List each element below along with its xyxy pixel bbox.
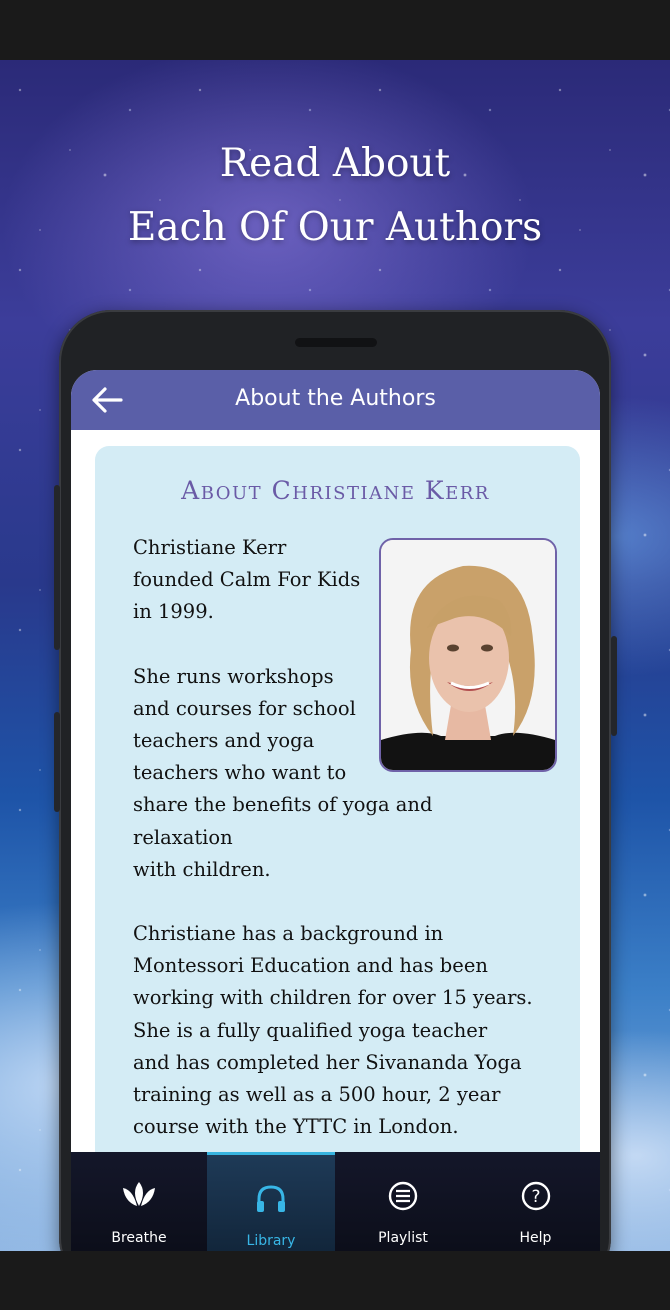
top-bezel bbox=[0, 0, 670, 60]
bio-line: working with children for over 15 years. bbox=[133, 986, 533, 1010]
bio-line: teachers and yoga bbox=[133, 729, 315, 753]
promo-line-1: Read About bbox=[219, 141, 451, 186]
bio-line: share the benefits of yoga and relaxatio… bbox=[133, 793, 433, 849]
author-bio: Christiane Kerr founded Calm For Kids in… bbox=[133, 532, 533, 1143]
bio-line: training as well as a 500 hour, 2 year bbox=[133, 1083, 501, 1107]
bottom-tab-bar: Breathe Library Playlist ? Help bbox=[71, 1152, 600, 1251]
bio-line: with children. bbox=[133, 857, 271, 881]
svg-text:?: ? bbox=[531, 1187, 540, 1207]
promo-line-2: Each Of Our Authors bbox=[127, 205, 543, 250]
tab-playlist-label: Playlist bbox=[378, 1230, 428, 1246]
bio-line: Christiane Kerr bbox=[133, 536, 287, 559]
tab-help-label: Help bbox=[519, 1230, 552, 1246]
tab-playlist[interactable]: Playlist bbox=[335, 1152, 471, 1251]
bio-line: teachers who want to bbox=[133, 761, 347, 785]
page-title: About the Authors bbox=[235, 386, 436, 411]
bio-line: She is a fully qualified yoga teacher bbox=[133, 1018, 488, 1042]
tab-breathe-label: Breathe bbox=[111, 1230, 167, 1246]
list-icon bbox=[383, 1176, 423, 1216]
bio-line: in 1999. bbox=[133, 600, 214, 624]
bio-line: course with the YTTC in London. bbox=[133, 1115, 459, 1139]
bio-line: Montessori Education and has been bbox=[133, 954, 488, 978]
app-header: About the Authors bbox=[71, 370, 600, 430]
bio-line: She runs workshops bbox=[133, 664, 334, 688]
bio-line: founded Calm For Kids bbox=[133, 568, 361, 592]
tab-help[interactable]: ? Help bbox=[471, 1152, 600, 1251]
app-screen: About the Authors About Christiane Kerr … bbox=[71, 370, 600, 1251]
tab-library-label: Library bbox=[246, 1233, 296, 1249]
bio-line: and courses for school bbox=[133, 696, 356, 720]
bio-line: and has completed her Sivananda Yoga bbox=[133, 1050, 522, 1074]
phone-side-button-right bbox=[611, 636, 617, 736]
help-icon: ? bbox=[516, 1176, 556, 1216]
bottom-bezel bbox=[0, 1251, 670, 1310]
tab-breathe[interactable]: Breathe bbox=[71, 1152, 207, 1251]
phone-side-button-left-2 bbox=[54, 712, 60, 812]
headphones-icon bbox=[251, 1179, 291, 1219]
tab-library[interactable]: Library bbox=[207, 1152, 335, 1251]
promo-headline: Read About Each Of Our Authors bbox=[0, 132, 670, 260]
phone-speaker bbox=[295, 338, 377, 347]
bio-line: Christiane has a background in bbox=[133, 922, 444, 946]
author-heading: About Christiane Kerr bbox=[181, 476, 490, 505]
lotus-icon bbox=[119, 1176, 159, 1216]
phone-side-button-left bbox=[54, 485, 60, 650]
